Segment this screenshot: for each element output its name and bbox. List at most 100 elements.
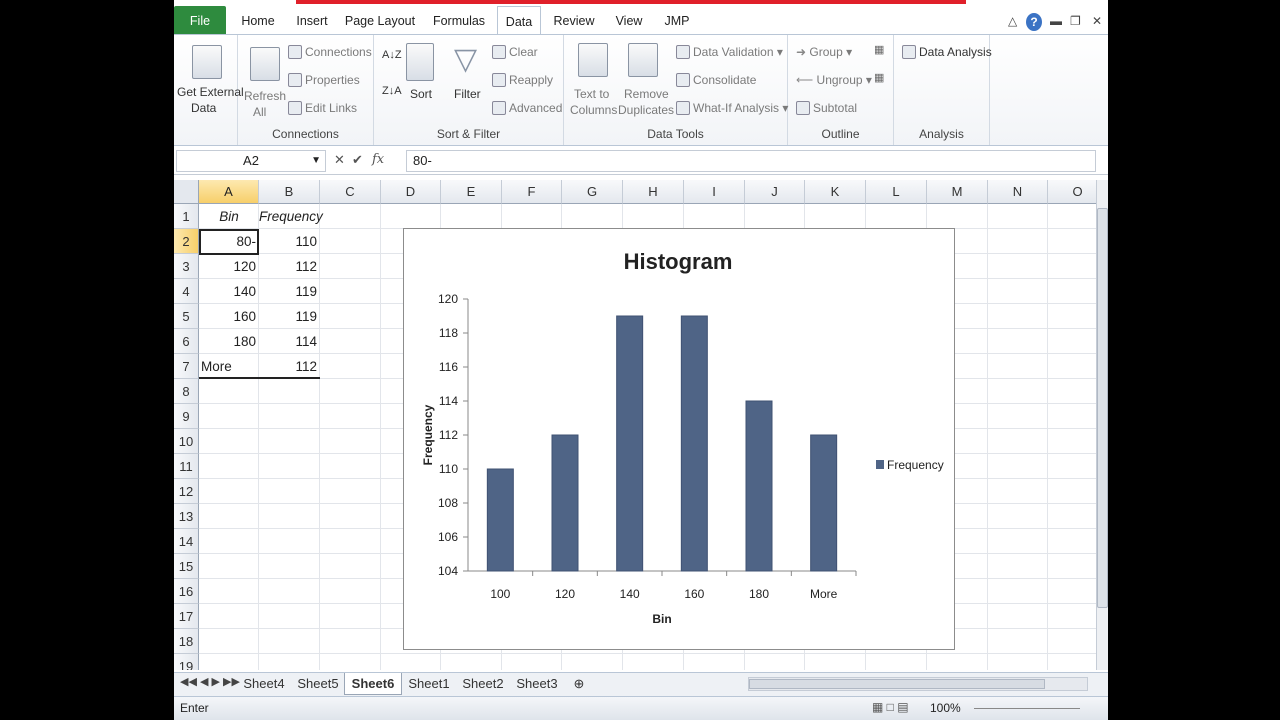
consolidate-button[interactable]: Consolidate [676,73,756,87]
row-header-13[interactable]: 13 [174,504,199,529]
column-header-j[interactable]: J [745,180,805,204]
cancel-entry-icon[interactable]: ✕ [334,152,345,168]
column-header-c[interactable]: C [320,180,381,204]
cell-a6[interactable]: 180 [199,329,259,354]
cell-a5[interactable]: 160 [199,304,259,329]
what-if-analysis-button[interactable]: What-If Analysis ▾ [676,101,788,115]
text-to-columns-button[interactable]: Text to [574,87,609,101]
group-button[interactable]: ➜ Group ▾ [796,45,852,59]
row-header-6[interactable]: 6 [174,329,199,354]
row-header-3[interactable]: 3 [174,254,199,279]
row-header-19[interactable]: 19 [174,654,199,670]
zoom-level[interactable]: 100% [930,701,961,715]
row-header-4[interactable]: 4 [174,279,199,304]
edit-links-button[interactable]: Edit Links [288,101,357,115]
get-external-data-label2[interactable]: Data [191,101,216,115]
row-header-15[interactable]: 15 [174,554,199,579]
text-to-columns-label2[interactable]: Columns [570,103,617,117]
cell-b6[interactable]: 114 [259,329,320,354]
get-external-data-button[interactable]: Get External [177,85,244,99]
cell-b5[interactable]: 119 [259,304,320,329]
filter-button[interactable]: Filter [454,87,481,101]
column-header-l[interactable]: L [866,180,927,204]
data-analysis-button[interactable]: Data Analysis [902,45,992,59]
sheet-tab-sheet1[interactable]: Sheet1 [402,673,456,695]
sheet-tab-sheet2[interactable]: Sheet2 [456,673,510,695]
row-header-18[interactable]: 18 [174,629,199,654]
column-header-e[interactable]: E [441,180,502,204]
row-header-7[interactable]: 7 [174,354,199,379]
show-detail-icon[interactable]: ▦ [874,43,884,56]
remove-duplicates-button[interactable]: Remove [624,87,669,101]
remove-duplicates-label2[interactable]: Duplicates [618,103,674,117]
tab-page-layout[interactable]: Page Layout [344,8,416,34]
column-header-a[interactable]: A [199,180,259,204]
sort-ascending-icon[interactable]: A↓Z [382,49,402,61]
tab-formulas[interactable]: Formulas [430,8,488,34]
select-all-corner[interactable] [174,180,199,204]
data-validation-button[interactable]: Data Validation ▾ [676,45,783,59]
properties-button[interactable]: Properties [288,73,360,87]
ungroup-button[interactable]: ⟵ Ungroup ▾ [796,73,872,87]
cell-b1[interactable]: Frequency [259,204,323,229]
row-header-9[interactable]: 9 [174,404,199,429]
vertical-scrollbar[interactable] [1096,180,1108,670]
refresh-all-label2[interactable]: All [253,105,266,119]
formula-input[interactable]: 80- [406,150,1096,172]
view-buttons[interactable]: ▦ □ ▤ [872,700,909,714]
name-box[interactable]: A2 ▼ [176,150,326,172]
hide-detail-icon[interactable]: ▦ [874,71,884,84]
close-window-icon[interactable]: ✕ [1092,14,1102,28]
column-header-n[interactable]: N [988,180,1048,204]
sort-button[interactable]: Sort [410,87,432,101]
tab-file[interactable]: File [174,6,226,36]
cell-a7[interactable]: More [199,354,259,379]
cell-b3[interactable]: 112 [259,254,320,279]
histogram-chart[interactable]: Histogram 104 106 108 110 112 114 116 118 120 100 1… [403,228,955,650]
tab-jmp[interactable]: JMP [660,8,694,34]
tab-view[interactable]: View [610,8,648,34]
worksheet-grid[interactable]: A B C D E F G H I J K L M N O 1 2 3 4 5 6 7 8 9 10 11 12 13 14 15 16 17… [174,180,1096,670]
row-header-5[interactable]: 5 [174,304,199,329]
row-header-11[interactable]: 11 [174,454,199,479]
tab-data[interactable]: Data [497,6,541,36]
sheet-tab-sheet5[interactable]: Sheet5 [292,673,344,695]
tab-review[interactable]: Review [552,8,596,34]
row-header-14[interactable]: 14 [174,529,199,554]
column-header-b[interactable]: B [259,180,320,204]
column-header-g[interactable]: G [562,180,623,204]
column-header-h[interactable]: H [623,180,684,204]
tab-insert[interactable]: Insert [290,8,334,34]
cell-b4[interactable]: 119 [259,279,320,304]
sheet-nav-icons[interactable]: ◀◀ ◀ ▶ ▶▶ [180,675,240,688]
row-header-12[interactable]: 12 [174,479,199,504]
cell-a1[interactable]: Bin [199,204,259,229]
tab-home[interactable]: Home [236,8,280,34]
reapply-button[interactable]: Reapply [492,73,553,87]
column-header-f[interactable]: F [502,180,562,204]
restore-window-icon[interactable]: ❐ [1070,14,1081,28]
minimize-ribbon-icon[interactable]: △ [1008,14,1017,28]
vertical-scroll-thumb[interactable] [1097,208,1108,608]
insert-sheet-icon[interactable]: ⊕ [568,673,590,695]
insert-function-icon[interactable]: fx [372,152,384,167]
column-header-i[interactable]: I [684,180,745,204]
connections-button[interactable]: Connections [288,45,372,59]
zoom-slider[interactable] [974,708,1080,709]
column-header-m[interactable]: M [927,180,988,204]
name-box-dropdown-icon[interactable]: ▼ [311,151,321,171]
clear-button[interactable]: Clear [492,45,538,59]
cell-b7[interactable]: 112 [259,354,320,379]
refresh-all-button[interactable]: Refresh [244,89,286,103]
column-header-o[interactable]: O [1048,180,1096,204]
horizontal-scroll-thumb[interactable] [749,679,1045,689]
sheet-tab-sheet6[interactable]: Sheet6 [344,673,402,695]
minimize-window-icon[interactable]: ▬ [1050,14,1062,28]
cell-a3[interactable]: 120 [199,254,259,279]
row-header-2[interactable]: 2 [174,229,199,254]
row-header-10[interactable]: 10 [174,429,199,454]
row-header-16[interactable]: 16 [174,579,199,604]
row-header-17[interactable]: 17 [174,604,199,629]
confirm-entry-icon[interactable]: ✔ [352,152,363,168]
sheet-tab-sheet3[interactable]: Sheet3 [510,673,564,695]
